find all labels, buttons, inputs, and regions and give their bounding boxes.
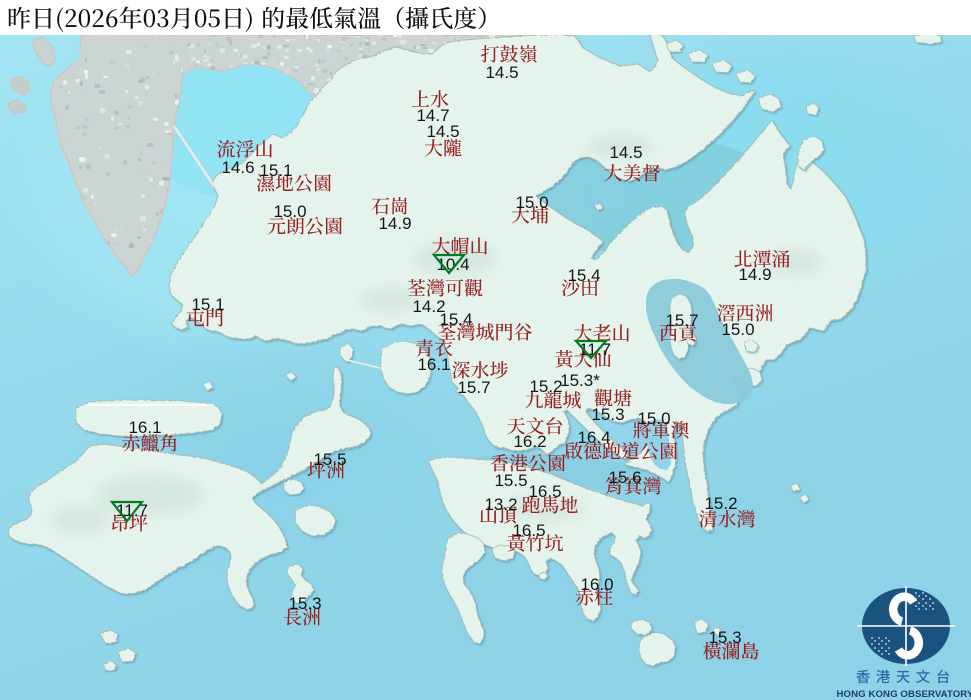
svg-text:16.2: 16.2: [513, 432, 546, 451]
svg-text:15.3: 15.3: [591, 405, 624, 424]
svg-text:14.9: 14.9: [378, 214, 411, 233]
svg-text:16.0: 16.0: [580, 575, 613, 594]
svg-text:15.1: 15.1: [259, 161, 292, 180]
svg-text:16.5: 16.5: [512, 521, 545, 540]
svg-text:15.4: 15.4: [439, 310, 472, 329]
svg-text:15.3: 15.3: [708, 628, 741, 647]
svg-text:16.1: 16.1: [417, 355, 450, 374]
svg-text:15.5: 15.5: [494, 471, 527, 490]
svg-text:15.0: 15.0: [273, 202, 306, 221]
svg-text:15.6: 15.6: [608, 468, 641, 487]
svg-text:15.2: 15.2: [704, 494, 737, 513]
svg-text:15.0: 15.0: [637, 409, 670, 428]
svg-text:13.2: 13.2: [484, 495, 517, 514]
svg-text:16.5: 16.5: [528, 482, 561, 501]
svg-text:15.4: 15.4: [567, 266, 600, 285]
svg-text:15.0: 15.0: [515, 193, 548, 212]
svg-text:11.7: 11.7: [116, 501, 148, 520]
svg-text:14.6: 14.6: [221, 158, 254, 177]
svg-text:15.7: 15.7: [665, 311, 698, 330]
svg-text:15.7: 15.7: [457, 378, 490, 397]
svg-text:15.0: 15.0: [721, 320, 754, 339]
svg-text:15.5: 15.5: [313, 450, 346, 469]
svg-text:15.1: 15.1: [191, 295, 224, 314]
svg-text:14.5: 14.5: [485, 63, 518, 82]
svg-text:14.5: 14.5: [426, 122, 459, 141]
svg-text:16.1: 16.1: [128, 418, 161, 437]
svg-text:15.3: 15.3: [288, 594, 321, 613]
svg-text:15.2: 15.2: [529, 377, 562, 396]
svg-text:HONG KONG OBSERVATORY: HONG KONG OBSERVATORY: [837, 689, 971, 700]
svg-text:15.3*: 15.3*: [560, 371, 600, 390]
svg-text:14.5: 14.5: [609, 143, 642, 162]
svg-text:14.9: 14.9: [738, 265, 771, 284]
svg-text:16.4: 16.4: [577, 428, 610, 447]
